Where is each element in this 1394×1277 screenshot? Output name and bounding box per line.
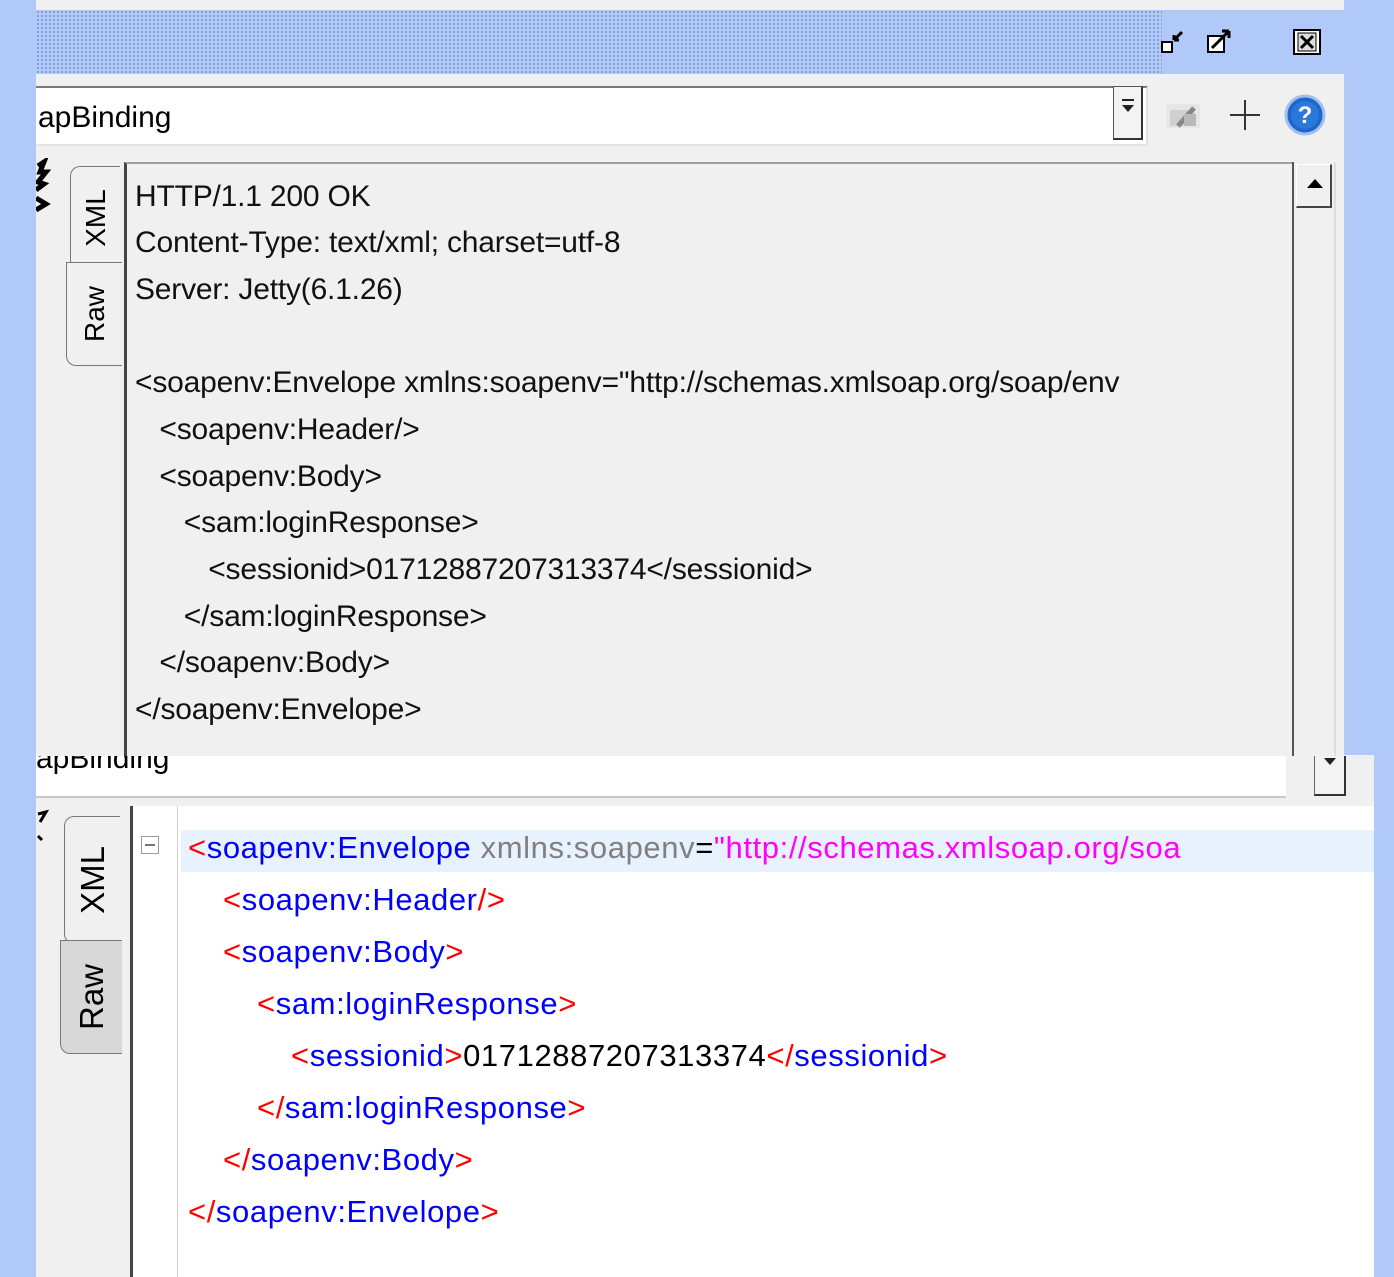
left-partial-strip [36, 156, 56, 756]
raw-line: <soapenv:Envelope xmlns:soapenv="http://… [135, 366, 1120, 399]
raw-line: </soapenv:Envelope> [135, 693, 422, 726]
vertical-scrollbar[interactable] [1292, 162, 1336, 756]
xml-line: <sessionid>01712887207313374</sessionid> [291, 1038, 948, 1073]
request-icon[interactable] [1164, 98, 1204, 132]
xml-line: <soapenv:Body> [223, 934, 465, 969]
raw-line: <soapenv:Header/> [135, 413, 420, 446]
close-icon[interactable] [1292, 28, 1322, 56]
xml-line: <soapenv:Envelope xmlns:soapenv="http://… [188, 830, 1182, 865]
tab-raw-top[interactable]: Raw [66, 262, 122, 366]
binding-combo-value: apBinding [38, 101, 172, 134]
xml-response-panel[interactable]: <soapenv:Envelope xmlns:soapenv="http://… [130, 806, 1374, 1277]
raw-line: <sam:loginResponse> [135, 506, 479, 539]
raw-response-panel[interactable]: HTTP/1.1 200 OK Content-Type: text/xml; … [124, 162, 1292, 756]
xml-line: <sam:loginResponse> [257, 986, 577, 1021]
scroll-up-button[interactable] [1296, 164, 1332, 208]
tab-xml-top[interactable]: XML [70, 166, 120, 270]
restore-icon[interactable] [1160, 28, 1186, 56]
binding-combo[interactable]: apBinding [36, 86, 1148, 146]
chevron-down-icon[interactable] [1113, 86, 1143, 140]
left-partial-strip-lower [36, 806, 56, 866]
raw-line: HTTP/1.1 200 OK [135, 180, 371, 213]
xml-line: <soapenv:Header/> [223, 882, 506, 917]
raw-line: </soapenv:Body> [135, 646, 390, 679]
background-edge-left [0, 0, 36, 1277]
help-icon[interactable]: ? [1284, 94, 1326, 136]
raw-line: <soapenv:Body> [135, 460, 382, 493]
xml-line: </sam:loginResponse> [257, 1090, 587, 1125]
add-icon[interactable] [1228, 98, 1262, 132]
background-edge-right [1344, 0, 1394, 755]
xml-line: </soapenv:Envelope> [188, 1194, 500, 1229]
raw-line: <sessionid>01712887207313374</sessionid> [135, 553, 813, 586]
background-edge-right-lower [1374, 755, 1394, 1277]
svg-text:?: ? [1298, 102, 1313, 129]
binding-combo-lower-value: apBinding [36, 756, 170, 775]
editor-gutter [133, 806, 178, 1277]
window-titlebar[interactable] [36, 10, 1344, 74]
maximize-icon[interactable] [1206, 28, 1232, 56]
raw-line: </sam:loginResponse> [135, 600, 487, 633]
binding-combo-lower[interactable]: apBinding [36, 756, 1374, 798]
tab-xml-bottom[interactable]: XML [64, 816, 120, 944]
raw-line: Server: Jetty(6.1.26) [135, 273, 403, 306]
collapse-icon[interactable] [141, 836, 159, 854]
tab-raw-bottom[interactable]: Raw [60, 940, 122, 1054]
chevron-down-icon[interactable] [1314, 756, 1346, 796]
endpoint-toolbar: apBinding [36, 74, 1344, 156]
xml-line: </soapenv:Body> [223, 1142, 474, 1177]
raw-line: Content-Type: text/xml; charset=utf-8 [135, 226, 621, 259]
